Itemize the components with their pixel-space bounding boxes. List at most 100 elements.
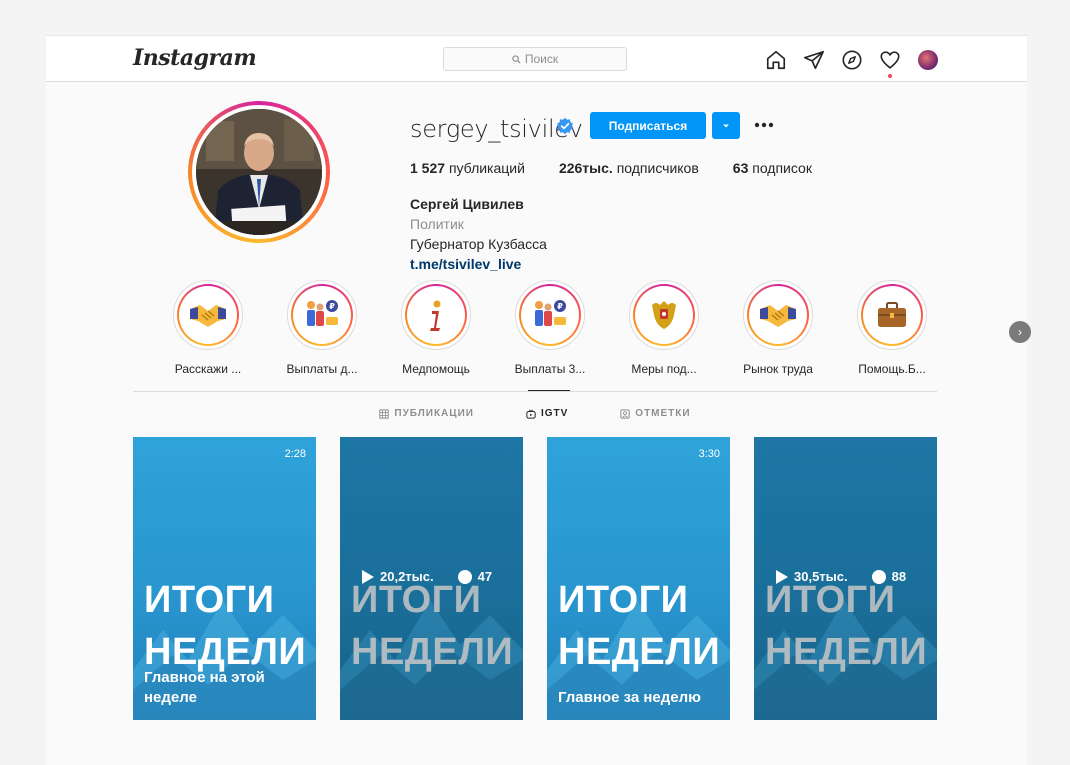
tab-posts[interactable]: ПУБЛИКАЦИИ: [379, 408, 474, 419]
posts-count: 1 527: [410, 160, 446, 176]
video-stats-overlay: 20,2тыс. 47: [362, 569, 512, 584]
notification-dot: [888, 74, 892, 78]
igtv-video-tile[interactable]: 2:28 ИТОГИ НЕДЕЛИ Главное на этой неделе: [133, 437, 316, 720]
highlight-item[interactable]: Помощь.Б...: [852, 280, 932, 376]
highlight-gradient: [177, 284, 239, 346]
video-title: ИТОГИ НЕДЕЛИ: [144, 574, 306, 678]
video-subtitle: Главное за неделю: [558, 689, 701, 706]
handshake-icon: [760, 305, 796, 327]
video-views: 30,5тыс.: [794, 569, 848, 584]
highlight-ring: ₽: [515, 280, 585, 350]
handshake-icon: [190, 305, 226, 327]
following-label: подписок: [752, 160, 812, 176]
more-options-icon[interactable]: [753, 114, 775, 136]
highlight-ring: [629, 280, 699, 350]
search-input[interactable]: Поиск: [443, 47, 627, 71]
igtv-video-tile[interactable]: ИТОГИ НЕДЕЛИ 20,2тыс. 47: [340, 437, 523, 720]
tagged-icon: [620, 408, 630, 419]
nav-icons: [764, 48, 939, 78]
highlight-ring: ₽: [287, 280, 357, 350]
highlight-gradient: ₽: [519, 284, 581, 346]
following-stat[interactable]: 63 подписок: [733, 160, 812, 176]
highlight-label: Выплаты 3...: [514, 362, 586, 376]
comment-icon: [871, 569, 886, 584]
caret-down-icon: [723, 124, 729, 127]
followers-label: подписчиков: [616, 160, 699, 176]
highlight-ring: [173, 280, 243, 350]
verified-badge-icon: [557, 117, 573, 135]
profile-picture-ring[interactable]: [188, 101, 330, 243]
video-comments: 88: [891, 569, 907, 584]
play-icon: [362, 569, 374, 584]
igtv-video-tile[interactable]: 3:30 ИТОГИ НЕДЕЛИ Главное за неделю: [547, 437, 730, 720]
followers-stat[interactable]: 226тыс. подписчиков: [559, 160, 699, 176]
highlight-label: Меры под...: [631, 362, 697, 376]
highlight-item[interactable]: Расскажи ...: [168, 280, 248, 376]
briefcase-icon: [878, 302, 906, 327]
video-comments: 47: [477, 569, 493, 584]
tab-igtv[interactable]: IGTV: [526, 408, 568, 419]
direct-icon[interactable]: [802, 48, 825, 71]
instagram-logo[interactable]: Instagram: [133, 45, 257, 71]
highlight-label: Расскажи ...: [174, 362, 242, 376]
igtv-icon: [526, 409, 536, 419]
profile-bio: Сергей Цивилев Политик Губернатор Кузбас…: [410, 194, 547, 274]
highlight-ring: [743, 280, 813, 350]
highlight-gradient: [861, 284, 923, 346]
highlight-item[interactable]: Медпомощь: [396, 280, 476, 376]
highlight-cover: [749, 286, 807, 344]
suggestions-dropdown-button[interactable]: [712, 112, 740, 139]
highlight-gradient: [405, 284, 467, 346]
search-icon: [512, 54, 521, 64]
search-placeholder: Поиск: [524, 52, 559, 66]
person-photo-icon: [196, 109, 322, 235]
highlight-label: Рынок труда: [743, 362, 813, 376]
highlight-item[interactable]: ₽ Выплаты 3...: [510, 280, 590, 376]
profile-avatar[interactable]: [916, 48, 939, 71]
highlight-label: Медпомощь: [402, 362, 470, 376]
active-tab-indicator: [528, 390, 570, 391]
highlight-item[interactable]: Рынок труда: [738, 280, 818, 376]
posts-stat: 1 527 публикаций: [410, 160, 525, 176]
video-title: ИТОГИ НЕДЕЛИ: [558, 574, 720, 678]
video-title-line: ИТОГИ: [558, 579, 689, 621]
video-stats-overlay: 30,5тыс. 88: [776, 569, 926, 584]
tabs-divider: [133, 391, 937, 392]
igtv-grid: 2:28 ИТОГИ НЕДЕЛИ Главное на этой неделе…: [133, 437, 937, 720]
profile-bio-text: Губернатор Кузбасса: [410, 236, 547, 252]
profile-full-name: Сергей Цивилев: [410, 196, 524, 212]
video-subtitle: Главное на этой неделе: [144, 669, 265, 706]
highlight-item[interactable]: ₽ Выплаты д...: [282, 280, 362, 376]
highlight-gradient: [747, 284, 809, 346]
payments-icon: ₽: [535, 300, 566, 326]
highlight-cover: [635, 286, 693, 344]
video-title: ИТОГИ НЕДЕЛИ: [351, 574, 513, 678]
profile-photo: [196, 109, 322, 235]
tab-igtv-label: IGTV: [540, 408, 569, 419]
instagram-page: Instagram Поиск sergey_tsivilev Подписат…: [46, 35, 1031, 765]
follow-button[interactable]: Подписаться: [590, 112, 706, 139]
story-highlights: Расскажи ... ₽ Выплаты д... Медпомощь ₽ …: [168, 280, 1031, 380]
igtv-video-tile[interactable]: ИТОГИ НЕДЕЛИ 30,5тыс. 88: [754, 437, 937, 720]
highlight-cover: [407, 286, 465, 344]
highlights-next-icon[interactable]: ›: [1009, 321, 1031, 343]
video-title-line: НЕДЕЛИ: [351, 631, 514, 673]
play-icon: [776, 569, 788, 584]
highlight-label: Помощь.Б...: [858, 362, 926, 376]
profile-stats: 1 527 публикаций 226тыс. подписчиков 63 …: [410, 160, 846, 176]
svg-text:₽: ₽: [557, 302, 563, 311]
highlight-ring: [857, 280, 927, 350]
activity-icon[interactable]: [878, 48, 901, 78]
home-icon[interactable]: [764, 48, 787, 71]
grid-icon: [379, 408, 390, 419]
highlight-label: Выплаты д...: [286, 362, 358, 376]
payments-icon: ₽: [307, 300, 338, 326]
highlight-item[interactable]: Меры под...: [624, 280, 704, 376]
explore-icon[interactable]: [840, 48, 863, 71]
highlight-cover: ₽: [293, 286, 351, 344]
highlight-ring: [401, 280, 471, 350]
followers-count: 226тыс.: [558, 160, 613, 176]
tab-tagged[interactable]: ОТМЕТКИ: [620, 408, 690, 419]
video-views: 20,2тыс.: [380, 569, 434, 584]
profile-external-link[interactable]: t.me/tsivilev_live: [410, 254, 547, 274]
